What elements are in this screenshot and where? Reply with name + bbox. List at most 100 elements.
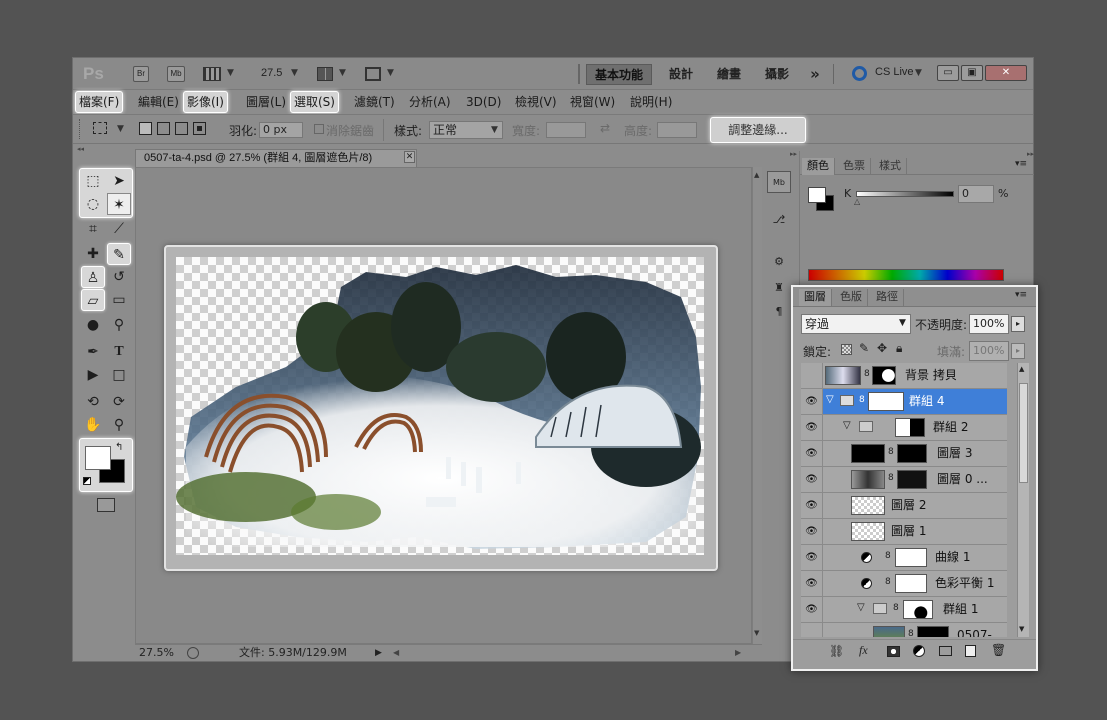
add-selection-icon[interactable]: [157, 122, 170, 135]
document-tab[interactable]: 0507-ta-4.psd @ 27.5% (群組 4, 圖層遮色片/8): [135, 149, 417, 167]
scroll-thumb[interactable]: [1019, 383, 1028, 483]
menu-analysis[interactable]: 分析(A): [406, 93, 454, 111]
eye-icon[interactable]: 👁︎: [801, 597, 823, 622]
close-document-icon[interactable]: ✕: [404, 151, 415, 163]
scroll-up-icon[interactable]: ▲: [754, 171, 759, 179]
menu-help[interactable]: 說明(H): [627, 93, 675, 111]
eraser-tool-icon[interactable]: ▱: [81, 289, 105, 311]
trash-icon[interactable]: 🗑︎: [991, 643, 1006, 657]
bridge-button[interactable]: Br: [133, 66, 149, 82]
color-spectrum[interactable]: [808, 269, 1004, 281]
menu-filter[interactable]: 濾鏡(T): [351, 93, 398, 111]
layer-row[interactable]: 👁︎ 圖層 2: [801, 493, 1007, 519]
tab-layers[interactable]: 圖層: [799, 289, 832, 306]
eye-icon[interactable]: 👁︎: [801, 467, 823, 492]
3d-orbit-icon[interactable]: ⟳: [107, 391, 131, 413]
layer-row[interactable]: 👁︎ 圖層 1: [801, 519, 1007, 545]
layers-scrollbar[interactable]: ▲ ▼: [1017, 363, 1029, 637]
feather-input[interactable]: 0 px: [259, 122, 303, 138]
view-extras-icon[interactable]: [203, 67, 221, 81]
lasso-tool-icon[interactable]: ◌: [81, 193, 105, 215]
menu-view[interactable]: 檢視(V): [512, 93, 560, 111]
eye-icon[interactable]: 👁︎: [801, 389, 823, 414]
adjustments-panel-icon[interactable]: ⚙: [767, 251, 791, 273]
lock-pixels-icon[interactable]: ✎: [859, 341, 869, 355]
refine-edge-button[interactable]: 調整邊緣...: [710, 117, 806, 143]
chevron-down-icon[interactable]: ▽: [826, 394, 834, 405]
menu-file[interactable]: 檔案(F): [75, 91, 124, 113]
canvas-area[interactable]: [135, 167, 752, 644]
rectangle-tool-icon[interactable]: □: [107, 364, 131, 386]
lock-all-icon[interactable]: 🔒︎: [896, 341, 902, 356]
scroll-down-icon[interactable]: ▼: [754, 629, 759, 637]
menu-image[interactable]: 影像(I): [183, 91, 228, 113]
scroll-up-icon[interactable]: ▲: [1019, 365, 1024, 373]
layer-row[interactable]: 👁︎ 8 曲線 1: [801, 545, 1007, 571]
type-tool-icon[interactable]: T: [107, 341, 131, 363]
mini-bridge-panel-icon[interactable]: Mb: [767, 171, 791, 193]
eye-icon[interactable]: 👁︎: [801, 519, 823, 544]
layer-row[interactable]: 👁︎ 8 圖層 0 ...: [801, 467, 1007, 493]
slider-handle-icon[interactable]: △: [854, 197, 860, 206]
intersect-selection-icon[interactable]: [193, 122, 206, 135]
chevron-down-icon[interactable]: ▼: [227, 68, 234, 78]
k-value-input[interactable]: 0: [958, 185, 994, 203]
link-layers-icon[interactable]: ⛓: [829, 644, 844, 658]
eye-icon[interactable]: 👁︎: [801, 571, 823, 596]
close-icon[interactable]: ✕: [985, 65, 1027, 81]
swap-colors-icon[interactable]: ↰: [115, 442, 123, 453]
tab-color[interactable]: 顏色: [802, 158, 835, 175]
eye-icon[interactable]: 👁︎: [801, 441, 823, 466]
height-input[interactable]: [657, 122, 697, 138]
status-menu-icon[interactable]: ▶: [375, 645, 382, 661]
paragraph-panel-icon[interactable]: ¶: [767, 301, 791, 323]
history-panel-icon[interactable]: ⎇: [767, 209, 791, 231]
eye-icon[interactable]: 👁︎: [801, 493, 823, 518]
panel-menu-icon[interactable]: ▾≡: [1015, 159, 1027, 169]
tab-channels[interactable]: 色版: [835, 289, 868, 306]
3d-rotate-icon[interactable]: ⟲: [81, 391, 105, 413]
cs-live-icon[interactable]: [852, 66, 867, 81]
chevron-down-icon[interactable]: ▼: [491, 125, 498, 135]
move-tool-icon[interactable]: ➤: [107, 170, 131, 192]
menu-window[interactable]: 視窗(W): [567, 93, 618, 111]
layer-row[interactable]: 👁︎ ▽ 群組 2: [801, 415, 1007, 441]
eye-icon[interactable]: 👁︎: [801, 545, 823, 570]
blend-mode-select[interactable]: 穿過: [801, 314, 911, 334]
screen-mode-icon[interactable]: [365, 67, 381, 81]
zoom-level[interactable]: 27.5: [261, 67, 282, 79]
quick-mask-icon[interactable]: [97, 498, 115, 512]
status-zoom[interactable]: 27.5%: [139, 645, 174, 661]
chevron-down-icon[interactable]: ▼: [291, 68, 298, 78]
more-workspaces-button[interactable]: »: [805, 64, 825, 85]
crop-tool-icon[interactable]: ⌗: [81, 218, 105, 240]
chevron-down-icon[interactable]: ▽: [857, 602, 865, 613]
status-info-icon[interactable]: [187, 647, 199, 659]
hand-tool-icon[interactable]: ✋: [81, 414, 105, 436]
clone-stamp-icon[interactable]: ♙: [81, 266, 105, 288]
new-group-icon[interactable]: [939, 646, 952, 656]
document-canvas[interactable]: [176, 257, 704, 555]
layer-row[interactable]: 8 0507-...: [801, 623, 1007, 637]
workspace-painting[interactable]: 繪畫: [713, 64, 745, 85]
magic-wand-icon[interactable]: ✶: [107, 193, 131, 215]
layer-row[interactable]: 8 背景 拷貝: [801, 363, 1007, 389]
new-layer-icon[interactable]: [965, 645, 976, 657]
layer-row[interactable]: 👁︎ 8 圖層 3: [801, 441, 1007, 467]
menu-edit[interactable]: 編輯(E): [135, 93, 182, 111]
scroll-right-icon[interactable]: ▶: [735, 645, 741, 661]
chevron-down-icon[interactable]: ▼: [117, 124, 124, 134]
color-fg-swatch[interactable]: [808, 187, 826, 203]
layer-row[interactable]: 👁︎ ▽ 8 群組 1: [801, 597, 1007, 623]
tab-paths[interactable]: 路徑: [871, 289, 904, 306]
menu-layer[interactable]: 圖層(L): [243, 93, 289, 111]
default-colors-icon[interactable]: [83, 477, 91, 485]
minimize-icon[interactable]: ▭: [937, 65, 959, 81]
chevron-down-icon[interactable]: ▼: [899, 318, 906, 328]
workspace-design[interactable]: 設計: [665, 64, 697, 85]
antialias-checkbox[interactable]: [314, 124, 324, 134]
swap-icon[interactable]: ⇄: [600, 121, 610, 135]
gradient-tool-icon[interactable]: ▭: [107, 289, 131, 311]
arrange-documents-icon[interactable]: [317, 67, 333, 81]
chevron-down-icon[interactable]: ▽: [843, 420, 851, 431]
